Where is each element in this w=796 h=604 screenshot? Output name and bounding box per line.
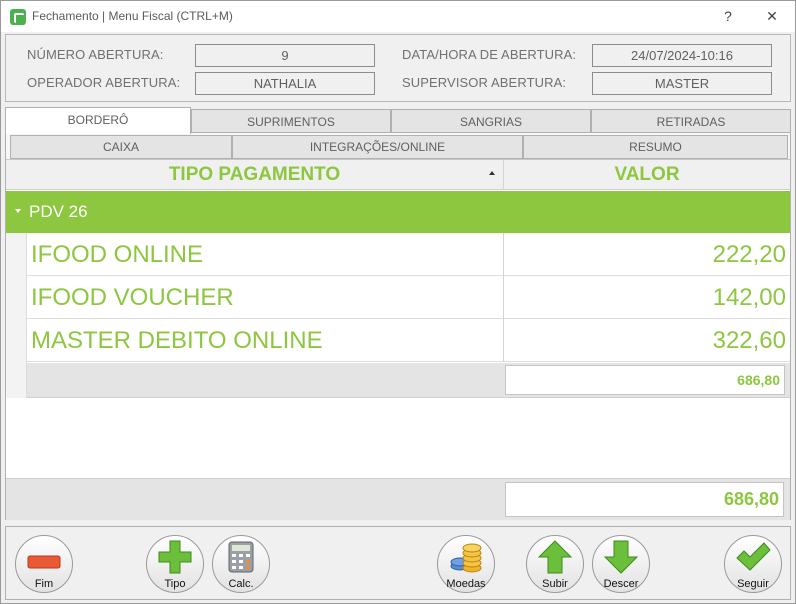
- group-row-pdv[interactable]: PDV 26: [6, 191, 790, 233]
- calculator-icon: [228, 541, 254, 573]
- table-row[interactable]: MASTER DEBITO ONLINE 322,60: [27, 319, 790, 362]
- subir-button[interactable]: Subir: [526, 535, 584, 593]
- tab-bordero[interactable]: BORDERÔ: [5, 107, 191, 134]
- group-total-field: 686,80: [505, 365, 785, 395]
- table-row[interactable]: IFOOD VOUCHER 142,00: [27, 276, 790, 319]
- cell-tipo-pagamento: IFOOD ONLINE: [31, 241, 204, 268]
- numero-abertura-field: 9: [195, 44, 375, 67]
- bordero-panel: CAIXA RESUMO INTEGRAÇÕES/ONLINE TIPO PAG…: [5, 132, 791, 520]
- cell-tipo-pagamento: MASTER DEBITO ONLINE: [31, 327, 323, 354]
- data-hora-abertura-field: 24/07/2024-10:16: [592, 44, 772, 67]
- data-hora-abertura-label: DATA/HORA DE ABERTURA:: [402, 47, 577, 62]
- tab-integracoes-online[interactable]: INTEGRAÇÕES/ONLINE: [232, 135, 523, 159]
- window-title: Fechamento | Menu Fiscal (CTRL+M): [32, 9, 233, 23]
- plus-icon: [158, 540, 192, 574]
- grand-total-field: 686,80: [505, 482, 784, 517]
- sub-tabs: CAIXA RESUMO INTEGRAÇÕES/ONLINE: [10, 135, 788, 159]
- seguir-label: Seguir: [737, 578, 769, 590]
- grand-total-row: 686,80: [6, 478, 790, 520]
- col-header-tipo-pagamento[interactable]: TIPO PAGAMENTO: [6, 160, 503, 190]
- cell-valor: 142,00: [712, 284, 786, 311]
- main-tabs: BORDERÔ SUPRIMENTOS SANGRIAS RETIRADAS: [5, 107, 791, 134]
- calc-label: Calc.: [228, 578, 254, 590]
- descer-button[interactable]: Descer: [592, 535, 650, 593]
- calc-button[interactable]: Calc.: [212, 535, 270, 593]
- cell-valor: 222,20: [712, 241, 786, 268]
- title-bar: Fechamento | Menu Fiscal (CTRL+M) ? ✕: [1, 1, 795, 32]
- minus-icon: [27, 555, 61, 569]
- supervisor-abertura-label: SUPERVISOR ABERTURA:: [402, 75, 567, 90]
- help-button[interactable]: ?: [717, 6, 739, 26]
- arrow-up-icon: [537, 540, 573, 574]
- numero-abertura-label: NÚMERO ABERTURA:: [27, 47, 164, 62]
- descer-label: Descer: [603, 578, 639, 590]
- cell-tipo-pagamento: IFOOD VOUCHER: [31, 284, 234, 311]
- subir-label: Subir: [542, 578, 568, 590]
- collapse-chevron-icon[interactable]: [15, 209, 21, 213]
- supervisor-abertura-field: MASTER: [592, 72, 772, 95]
- table-row[interactable]: IFOOD ONLINE 222,20: [27, 233, 790, 276]
- moedas-label: Moedas: [446, 578, 486, 590]
- tab-retiradas[interactable]: RETIRADAS: [591, 109, 791, 133]
- column-divider: [503, 276, 504, 319]
- app-logo-icon: [10, 9, 26, 25]
- fechamento-window: Fechamento | Menu Fiscal (CTRL+M) ? ✕ NÚ…: [0, 0, 796, 604]
- tipo-label: Tipo: [164, 578, 186, 590]
- checkmark-icon: [736, 542, 771, 571]
- column-divider: [503, 319, 504, 362]
- operador-abertura-field: NATHALIA: [195, 72, 375, 95]
- tab-sangrias[interactable]: SANGRIAS: [391, 109, 591, 133]
- grid-header: TIPO PAGAMENTO VALOR: [6, 160, 790, 190]
- close-button[interactable]: ✕: [761, 6, 783, 26]
- action-toolbar: Fim Tipo Calc. Moedas Subir Descer Segui…: [5, 526, 791, 600]
- moedas-button[interactable]: Moedas: [437, 535, 495, 593]
- cell-valor: 322,60: [712, 327, 786, 354]
- operador-abertura-label: OPERADOR ABERTURA:: [27, 75, 181, 90]
- tab-resumo[interactable]: RESUMO: [523, 135, 788, 159]
- arrow-down-icon: [603, 540, 639, 574]
- group-label: PDV 26: [29, 202, 88, 221]
- seguir-button[interactable]: Seguir: [724, 535, 782, 593]
- coins-icon: [450, 543, 482, 573]
- tab-suprimentos[interactable]: SUPRIMENTOS: [191, 109, 391, 133]
- col-header-valor[interactable]: VALOR: [504, 160, 790, 190]
- abertura-info-panel: NÚMERO ABERTURA: 9 DATA/HORA DE ABERTURA…: [5, 34, 791, 102]
- fim-button[interactable]: Fim: [15, 535, 73, 593]
- column-divider: [503, 233, 504, 276]
- tipo-button[interactable]: Tipo: [146, 535, 204, 593]
- fim-label: Fim: [34, 578, 54, 590]
- group-indent: [6, 233, 27, 398]
- group-summary-row: 686,80: [27, 363, 790, 398]
- sort-ascending-icon: [489, 171, 495, 175]
- payments-grid: TIPO PAGAMENTO VALOR PDV 26 IFOOD ONLINE…: [6, 159, 790, 520]
- tab-caixa[interactable]: CAIXA: [10, 135, 232, 159]
